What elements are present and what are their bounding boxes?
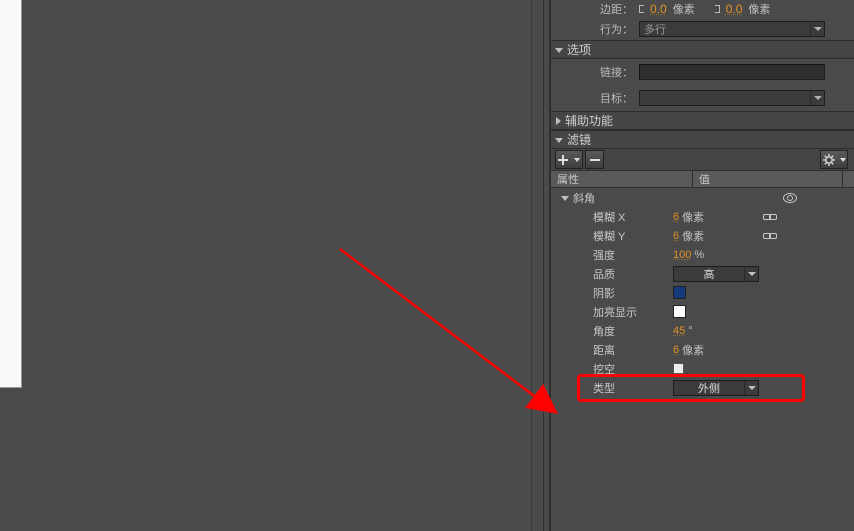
prop-blury-label: 模糊 Y	[551, 228, 673, 244]
prop-type-label: 类型	[551, 380, 673, 396]
eye-icon[interactable]	[783, 193, 797, 203]
canvas-scrollbar[interactable]	[531, 0, 543, 531]
filter-table-header: 属性 值	[551, 171, 854, 188]
prop-blury-value[interactable]: 6	[673, 230, 679, 242]
prop-angle-value[interactable]: 45	[673, 325, 685, 337]
chevron-down-icon	[840, 158, 846, 162]
margin-right-value[interactable]: 0.0	[726, 2, 743, 16]
minus-icon	[590, 155, 600, 165]
chevron-down-icon	[744, 267, 758, 281]
behavior-label: 行为：	[555, 21, 639, 37]
filter-group-label: 斜角	[571, 190, 693, 206]
prop-blurx-label: 模糊 X	[551, 209, 673, 225]
section-filters-title: 滤镜	[567, 131, 591, 148]
highlight-color-swatch[interactable]	[673, 305, 686, 318]
chevron-down-icon	[555, 48, 563, 53]
prop-strength-label: 强度	[551, 247, 673, 263]
prop-type: 类型 外侧	[551, 378, 854, 397]
filters-toolbar	[551, 149, 854, 171]
quality-combo[interactable]: 高	[673, 266, 759, 282]
gear-icon	[823, 154, 835, 166]
prop-angle-label: 角度	[551, 323, 673, 339]
prop-blurx-value[interactable]: 6	[673, 211, 679, 223]
plus-icon	[558, 155, 568, 165]
app-root: 边距： 0.0 像素 0.0 像素 行为： 多行	[0, 0, 854, 531]
margin-right-unit: 像素	[748, 1, 770, 17]
col-attribute[interactable]: 属性	[551, 171, 693, 187]
prop-knockout-label: 挖空	[551, 361, 673, 377]
prop-knockout: 挖空	[551, 359, 854, 378]
section-options-title: 选项	[567, 41, 591, 58]
chevron-down-icon	[810, 91, 824, 105]
margin-left-unit: 像素	[673, 1, 695, 17]
col-scroll	[842, 171, 854, 187]
prop-distance-value[interactable]: 6	[673, 344, 679, 356]
col-value[interactable]: 值	[693, 171, 842, 187]
link-row: 链接：	[551, 59, 854, 85]
shadow-color-swatch[interactable]	[673, 286, 686, 299]
remove-filter-button[interactable]	[585, 150, 604, 169]
prop-shadow-label: 阴影	[551, 285, 673, 301]
knockout-checkbox[interactable]	[673, 363, 684, 374]
chevron-down-icon	[555, 138, 563, 143]
margin-left-icon	[639, 5, 644, 13]
margin-fields: 0.0 像素 0.0 像素	[639, 1, 854, 17]
panel-splitter[interactable]	[543, 0, 550, 531]
behavior-combo[interactable]: 多行	[639, 21, 825, 37]
type-combo-text: 外侧	[674, 380, 744, 396]
prop-quality-label: 品质	[551, 266, 673, 282]
section-options-header[interactable]: 选项	[551, 40, 854, 59]
unit-px: 像素	[682, 209, 704, 225]
filter-group-bevel[interactable]: 斜角	[551, 188, 854, 207]
chevron-right-icon	[556, 117, 561, 125]
target-combo[interactable]	[639, 90, 825, 106]
type-combo[interactable]: 外侧	[673, 380, 759, 396]
chevron-down-icon	[574, 158, 580, 162]
section-accessibility-header[interactable]: 辅助功能	[551, 111, 854, 130]
prop-highlight: 加亮显示	[551, 302, 854, 321]
prop-angle: 角度 45°	[551, 321, 854, 340]
prop-distance-label: 距离	[551, 342, 673, 358]
section-accessibility-title: 辅助功能	[565, 112, 613, 129]
properties-panel: 边距： 0.0 像素 0.0 像素 行为： 多行	[550, 0, 854, 531]
margin-row: 边距： 0.0 像素 0.0 像素	[551, 0, 854, 18]
filter-table-body: 斜角 模糊 X 6像素 模糊 Y 6像素 强度 100%	[551, 188, 854, 397]
prop-highlight-label: 加亮显示	[551, 304, 673, 320]
quality-combo-text: 高	[674, 266, 744, 282]
add-filter-button[interactable]	[555, 150, 583, 169]
link-label: 链接：	[555, 64, 639, 80]
prop-strength-value[interactable]: 100	[673, 249, 691, 261]
unit-px: 像素	[682, 228, 704, 244]
link-icon[interactable]	[763, 231, 777, 241]
behavior-row: 行为： 多行	[551, 18, 854, 40]
canvas-area[interactable]	[0, 0, 531, 531]
target-label: 目标：	[555, 90, 639, 106]
prop-quality: 品质 高	[551, 264, 854, 283]
chevron-down-icon	[561, 196, 569, 201]
prop-distance: 距离 6像素	[551, 340, 854, 359]
behavior-combo-text: 多行	[640, 21, 810, 37]
target-row: 目标：	[551, 85, 854, 111]
link-input[interactable]	[639, 64, 825, 80]
prop-shadow: 阴影	[551, 283, 854, 302]
unit-deg: °	[688, 325, 692, 337]
chevron-down-icon	[744, 381, 758, 395]
prop-blury: 模糊 Y 6像素	[551, 226, 854, 245]
filter-options-button[interactable]	[820, 150, 848, 169]
margin-label: 边距：	[555, 1, 639, 17]
chevron-down-icon	[810, 22, 824, 36]
margin-right-icon	[715, 5, 720, 13]
section-filters-header[interactable]: 滤镜	[551, 130, 854, 149]
link-icon[interactable]	[763, 212, 777, 222]
prop-strength: 强度 100%	[551, 245, 854, 264]
unit-pct: %	[694, 249, 704, 261]
unit-px: 像素	[682, 342, 704, 358]
margin-left-value[interactable]: 0.0	[650, 2, 667, 16]
prop-blurx: 模糊 X 6像素	[551, 207, 854, 226]
canvas-document-edge	[0, 0, 22, 388]
